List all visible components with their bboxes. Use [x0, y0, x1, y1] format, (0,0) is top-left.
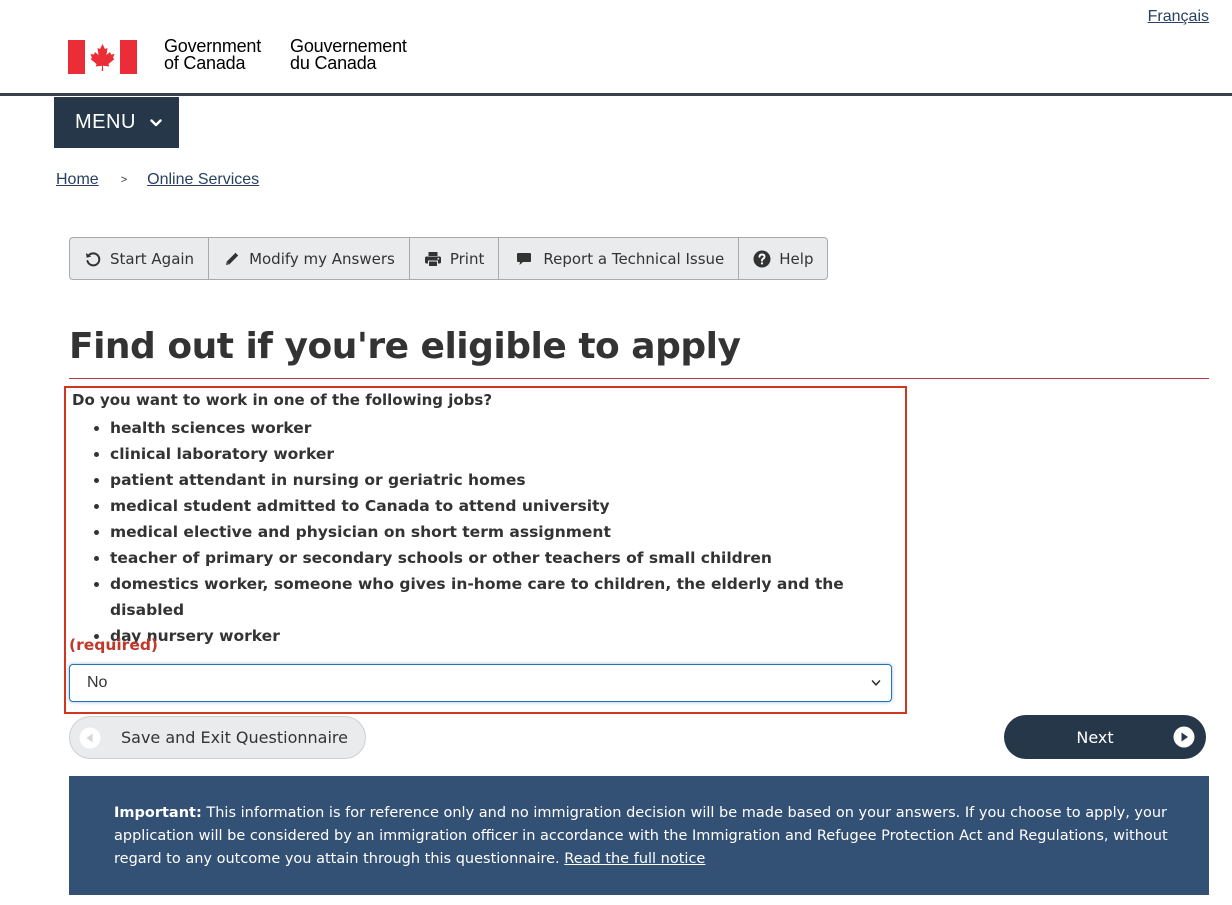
page-title: Find out if you're eligible to apply [69, 326, 741, 367]
canada-flag-icon [68, 40, 137, 74]
question-icon [753, 250, 771, 267]
next-button[interactable]: Next [1004, 715, 1206, 759]
report-technical-issue-label: Report a Technical Issue [543, 249, 725, 268]
job-list: health sciences worker clinical laborato… [90, 415, 905, 649]
comment-icon [517, 252, 532, 265]
print-label: Print [449, 249, 485, 268]
list-item: day nursery worker [110, 623, 905, 649]
required-indicator: (required) [69, 636, 159, 654]
list-item: clinical laboratory worker [110, 441, 905, 467]
questionnaire-toolbar: Start Again Modify my Answers Print Repo… [69, 237, 829, 280]
arrow-right-circle-icon [1173, 726, 1195, 748]
chevron-down-icon [871, 680, 881, 686]
question-panel: Do you want to work in one of the follow… [64, 386, 907, 714]
signature-english: Government of Canada [164, 37, 261, 73]
notice-heading: Important: [114, 805, 202, 821]
list-item: domestics worker, someone who gives in-h… [110, 571, 905, 623]
start-again-label: Start Again [110, 249, 195, 268]
breadcrumb-online-services-link[interactable]: Online Services [147, 171, 259, 189]
breadcrumb: Home > Online Services [56, 171, 259, 189]
help-label: Help [779, 249, 814, 268]
save-and-exit-button[interactable]: Save and Exit Questionnaire [69, 716, 366, 759]
signature-fr-line2: du Canada [290, 53, 377, 73]
help-button[interactable]: Help [739, 238, 827, 279]
answer-select-value: No [87, 674, 108, 691]
print-button[interactable]: Print [410, 238, 500, 279]
next-label: Next [1076, 727, 1114, 747]
chevron-down-icon [150, 118, 162, 126]
signature-french: Gouvernement du Canada [290, 37, 407, 73]
answer-select[interactable]: No [69, 664, 892, 702]
menu-label: MENU [75, 111, 136, 133]
list-item: medical student admitted to Canada to at… [110, 493, 905, 519]
breadcrumb-home-link[interactable]: Home [56, 171, 99, 189]
important-notice: Important: This information is for refer… [69, 776, 1209, 895]
arrow-left-circle-icon [79, 727, 101, 748]
modify-answers-label: Modify my Answers [249, 249, 395, 268]
question-label: Do you want to work in one of the follow… [72, 391, 493, 409]
title-underline [69, 378, 1209, 379]
header-divider [0, 93, 1232, 96]
list-item: health sciences worker [110, 415, 905, 441]
list-item: teacher of primary or secondary schools … [110, 545, 905, 571]
print-icon [424, 251, 441, 267]
language-toggle-link[interactable]: Français [1148, 8, 1209, 26]
save-and-exit-label: Save and Exit Questionnaire [121, 728, 348, 747]
start-again-button[interactable]: Start Again [70, 238, 210, 279]
list-item: medical elective and physician on short … [110, 519, 905, 545]
modify-answers-button[interactable]: Modify my Answers [209, 238, 410, 279]
government-signature[interactable]: Government of Canada Gouvernement du Can… [68, 37, 407, 76]
read-full-notice-link[interactable]: Read the full notice [564, 851, 705, 867]
refresh-icon [86, 251, 101, 266]
report-technical-issue-button[interactable]: Report a Technical Issue [499, 238, 740, 279]
signature-en-line2: of Canada [164, 53, 246, 73]
pencil-icon [226, 252, 239, 265]
list-item: patient attendant in nursing or geriatri… [110, 467, 905, 493]
menu-button[interactable]: MENU [54, 97, 179, 148]
breadcrumb-separator: > [120, 174, 128, 186]
